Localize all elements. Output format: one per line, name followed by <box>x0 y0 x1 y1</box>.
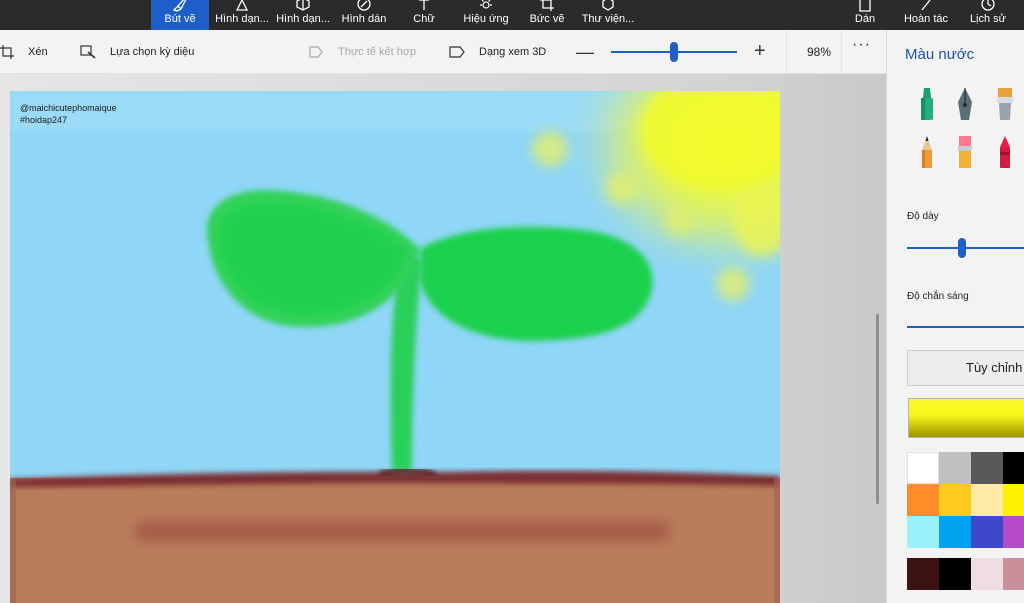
canvas-icon <box>526 0 568 12</box>
top-ribbon: Bút vẽ Hình dạn... Hình dạn... Hình dán … <box>0 0 1024 30</box>
tool-paste[interactable]: Dán <box>848 0 882 30</box>
crayon-icon[interactable] <box>993 134 1017 170</box>
shapes-3d-icon <box>274 0 332 12</box>
color-swatch[interactable] <box>1003 484 1024 516</box>
thickness-slider-thumb[interactable] <box>958 238 966 258</box>
color-swatch[interactable] <box>939 516 971 548</box>
zoom-out-button[interactable]: — <box>576 38 594 66</box>
color-swatch[interactable] <box>971 516 1003 548</box>
zoom-slider-thumb[interactable] <box>670 42 678 62</box>
tool-brushes[interactable]: Bút vẽ <box>151 0 209 30</box>
vertical-scrollbar[interactable] <box>876 314 879 504</box>
calligraphy-pen-icon[interactable] <box>953 86 977 122</box>
tool-history[interactable]: Lịch sử <box>964 0 1012 30</box>
color-swatch[interactable] <box>907 452 939 484</box>
color-swatch[interactable] <box>971 484 1003 516</box>
pencil-icon[interactable] <box>915 134 939 170</box>
current-color-preview <box>908 398 1024 438</box>
marker-brush-icon[interactable] <box>915 86 939 122</box>
painting <box>10 91 780 603</box>
library-icon <box>580 0 636 12</box>
tool-3d-shapes[interactable]: Hình dạn... <box>274 0 332 30</box>
magic-select-button[interactable]: Lựa chọn kỳ diệu <box>80 30 194 74</box>
tool-2d-shapes[interactable]: Hình dạn... <box>213 0 271 30</box>
view-3d-button[interactable]: Dạng xem 3D <box>449 30 546 74</box>
watermark-handle: @maichicutephomaique <box>20 103 117 113</box>
text-icon <box>404 0 444 12</box>
tool-canvas[interactable]: Bức vẽ <box>526 0 568 30</box>
opacity-slider-track[interactable] <box>907 326 1024 328</box>
soil <box>10 467 780 603</box>
shapes-2d-icon <box>213 0 271 12</box>
watermark: @maichicutephomaique #hoidap247 <box>20 102 117 126</box>
color-swatch[interactable] <box>907 484 939 516</box>
color-swatch[interactable] <box>1003 558 1024 590</box>
view-3d-label: Dạng xem 3D <box>479 46 547 58</box>
zoom-in-button[interactable]: + <box>754 37 766 65</box>
crop-label: Xén <box>28 46 48 58</box>
opacity-label: Độ chắn sáng <box>907 291 969 302</box>
mixed-reality-label: Thực tế kết hợp <box>338 46 417 58</box>
crop-button[interactable]: Xén <box>0 30 48 74</box>
eraser-brush-icon[interactable] <box>953 134 977 170</box>
mixed-reality-button[interactable]: Thực tế kết hợp <box>308 30 416 74</box>
tool-text[interactable]: Chữ <box>404 0 444 30</box>
tool-stickers[interactable]: Hình dán <box>336 0 392 30</box>
stickers-icon <box>336 0 392 12</box>
zoom-value[interactable]: 98% <box>786 30 842 74</box>
color-swatch[interactable] <box>939 484 971 516</box>
color-swatch[interactable] <box>907 516 939 548</box>
color-swatch[interactable] <box>1003 516 1024 548</box>
undo-icon <box>898 0 954 12</box>
oil-brush-icon[interactable] <box>993 86 1017 122</box>
thickness-label: Độ dày <box>907 211 939 222</box>
view-3d-icon <box>449 46 465 58</box>
watermark-hashtag: #hoidap247 <box>20 115 68 125</box>
color-swatch[interactable] <box>907 558 939 590</box>
color-swatch[interactable] <box>971 558 1003 590</box>
panel-title: Màu nước <box>905 46 975 63</box>
magic-select-label: Lựa chọn kỳ diệu <box>110 46 195 58</box>
tool-3d-library[interactable]: Thư viện... <box>580 0 636 30</box>
color-swatch[interactable] <box>971 452 1003 484</box>
tool-effects[interactable]: Hiệu ứng <box>460 0 512 30</box>
mixed-reality-icon <box>309 46 323 58</box>
color-swatch[interactable] <box>939 452 971 484</box>
color-swatch[interactable] <box>1003 452 1024 484</box>
history-icon <box>964 0 1012 12</box>
drawing-canvas[interactable]: @maichicutephomaique #hoidap247 <box>10 91 780 603</box>
effects-icon <box>460 0 512 12</box>
brush-icon <box>151 0 209 12</box>
custom-color-button[interactable]: Tùy chỉnh <box>907 350 1024 386</box>
more-options-button[interactable]: ··· <box>852 36 871 54</box>
magic-select-icon <box>80 45 96 59</box>
tool-undo[interactable]: Hoàn tác <box>898 0 954 30</box>
paste-icon <box>848 0 882 12</box>
sprout <box>206 190 653 471</box>
color-swatch[interactable] <box>939 558 971 590</box>
crop-icon <box>0 45 14 59</box>
